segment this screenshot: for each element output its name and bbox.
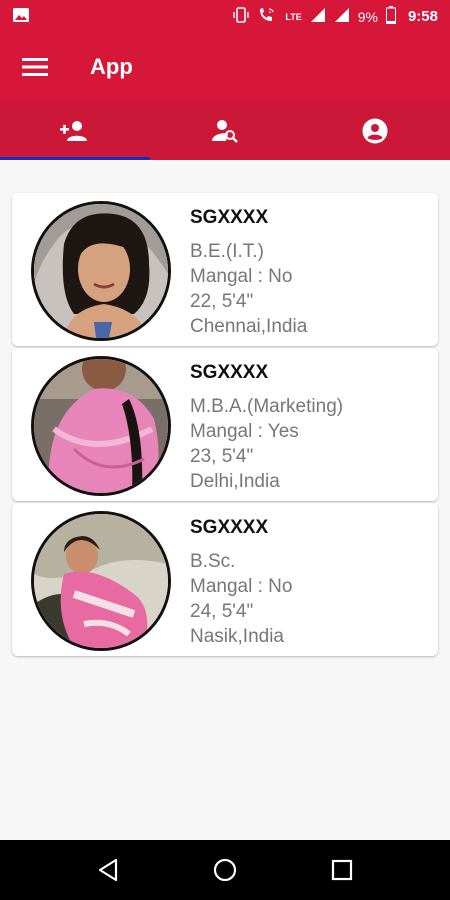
app-title: App xyxy=(90,54,133,79)
back-triangle-icon xyxy=(99,858,118,882)
profile-list: SGXXXX B.E.(I.T.) Mangal : No 22, 5'4" C… xyxy=(12,193,438,658)
people-icon xyxy=(60,120,87,141)
profile-photo xyxy=(31,201,171,341)
profile-mangal: Mangal : No xyxy=(190,266,293,287)
wifi-calling-icon xyxy=(257,6,277,27)
profile-education: B.E.(I.T.) xyxy=(190,241,264,262)
system-navigation-bar xyxy=(0,840,450,900)
profile-info: SGXXXX B.E.(I.T.) Mangal : No 22, 5'4" C… xyxy=(190,205,307,339)
profile-photo xyxy=(31,356,171,496)
person-search-icon xyxy=(212,119,238,143)
account-circle-icon xyxy=(362,118,388,143)
tab-bar xyxy=(0,101,450,160)
battery-icon xyxy=(385,6,396,27)
home-circle-icon xyxy=(213,858,237,882)
image-notification-icon xyxy=(12,6,30,27)
profile-photo xyxy=(31,511,171,651)
home-button[interactable] xyxy=(195,840,255,900)
profile-id: SGXXXX xyxy=(190,207,269,228)
vibrate-icon xyxy=(233,6,250,27)
profile-education: B.Sc. xyxy=(190,551,236,572)
profile-id: SGXXXX xyxy=(190,517,269,538)
back-button[interactable] xyxy=(78,840,138,900)
signal-icon-1 xyxy=(310,7,326,26)
recents-button[interactable] xyxy=(312,840,372,900)
profile-id: SGXXXX xyxy=(190,362,269,383)
tab-search[interactable] xyxy=(150,101,300,160)
profile-mangal: Mangal : No xyxy=(190,576,293,597)
network-type-label: LTE xyxy=(285,11,302,22)
profile-age-height: 22, 5'4" xyxy=(190,291,254,312)
profile-card[interactable]: SGXXXX M.B.A.(Marketing) Mangal : Yes 23… xyxy=(12,348,438,501)
tab-indicator xyxy=(0,157,150,160)
profile-location: Nasik,India xyxy=(190,626,284,647)
hamburger-menu-icon xyxy=(22,58,48,76)
profile-education: M.B.A.(Marketing) xyxy=(190,396,344,417)
profile-mangal: Mangal : Yes xyxy=(190,421,299,442)
profile-age-height: 24, 5'4" xyxy=(190,601,254,622)
profile-age-height: 23, 5'4" xyxy=(190,446,254,467)
tab-matches[interactable] xyxy=(0,101,150,160)
battery-percent: 9% xyxy=(357,8,378,25)
tab-account[interactable] xyxy=(300,101,450,160)
profile-location: Chennai,India xyxy=(190,316,308,337)
profile-card[interactable]: SGXXXX B.E.(I.T.) Mangal : No 22, 5'4" C… xyxy=(12,193,438,346)
recents-square-icon xyxy=(331,859,352,881)
profile-card[interactable]: SGXXXX B.Sc. Mangal : No 24, 5'4" Nasik,… xyxy=(12,503,438,656)
signal-icon-2 xyxy=(334,7,350,26)
status-bar: LTE 9% 9:58 xyxy=(0,0,450,33)
app-bar: App xyxy=(0,33,450,101)
profile-location: Delhi,India xyxy=(190,471,280,492)
menu-button[interactable] xyxy=(0,33,70,101)
profile-info: SGXXXX M.B.A.(Marketing) Mangal : Yes 23… xyxy=(190,360,343,494)
profile-info: SGXXXX B.Sc. Mangal : No 24, 5'4" Nasik,… xyxy=(190,515,292,649)
clock: 9:58 xyxy=(407,8,438,25)
